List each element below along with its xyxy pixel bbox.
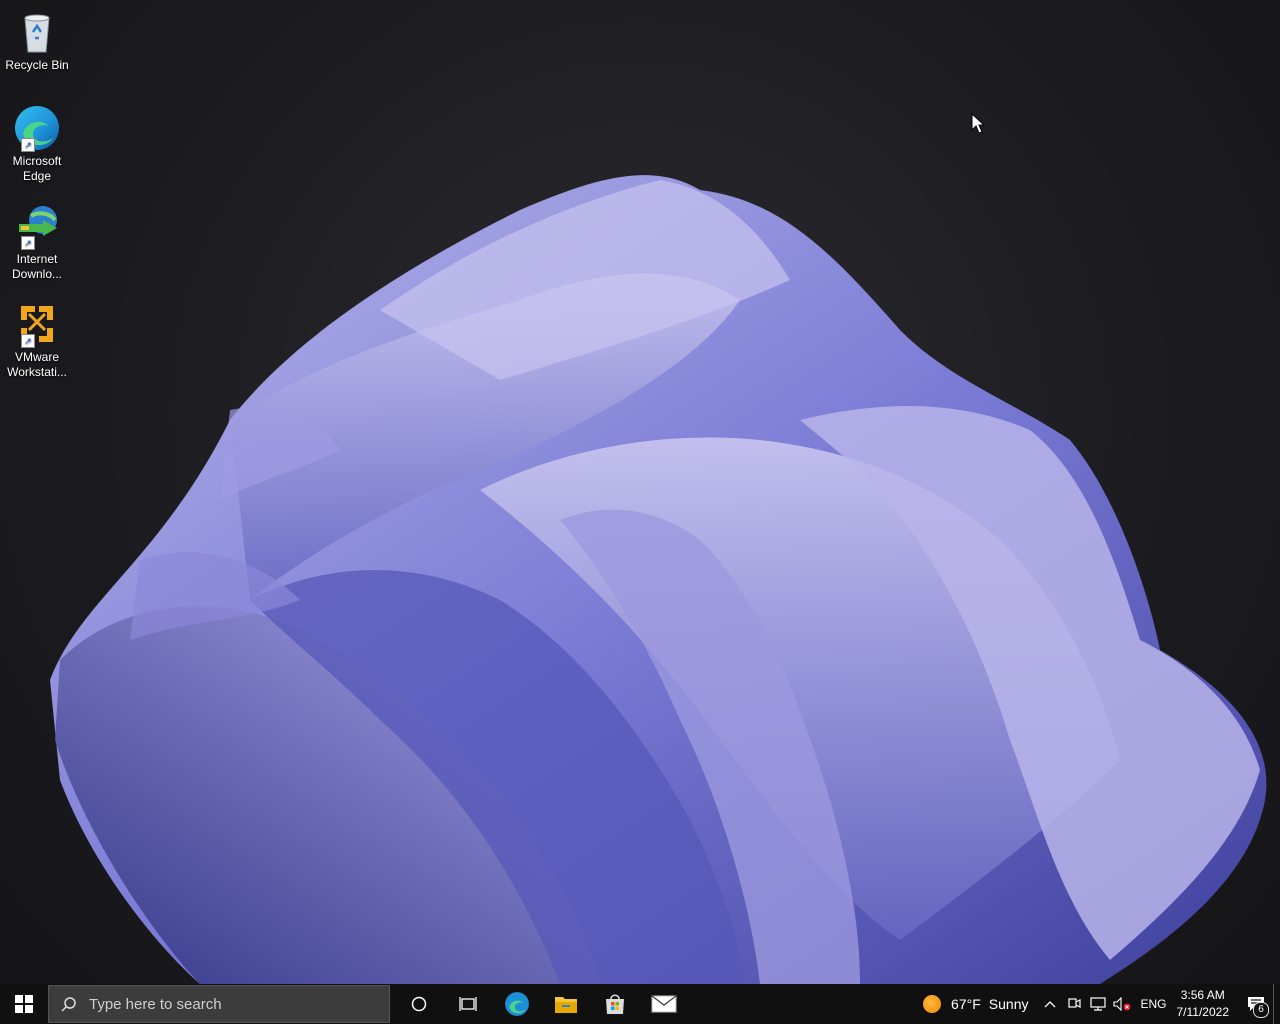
show-hidden-icons-button[interactable] — [1038, 984, 1062, 1024]
volume-button[interactable] — [1110, 984, 1134, 1024]
sunny-weather-icon — [923, 995, 942, 1013]
desktop-icon-internet-download-manager[interactable]: ↗ Internet Downlo... — [4, 202, 70, 282]
shortcut-arrow-icon: ↗ — [21, 138, 35, 152]
weather-temperature: 67°F — [951, 996, 981, 1012]
taskbar-store-button[interactable] — [590, 984, 639, 1024]
taskbar-search-box[interactable]: Type here to search — [48, 985, 390, 1023]
taskbar: Type here to search 67°F Sunny ENG 3:56 … — [0, 984, 1280, 1024]
volume-muted-icon — [1113, 997, 1131, 1011]
taskbar-mail-button[interactable] — [639, 984, 688, 1024]
task-view-icon — [458, 997, 477, 1011]
notification-count-badge: 6 — [1253, 1002, 1269, 1018]
desktop-icon-label: VMware Workstati... — [7, 350, 67, 379]
shortcut-arrow-icon: ↗ — [21, 334, 35, 348]
network-button[interactable] — [1086, 984, 1110, 1024]
edge-icon — [504, 992, 529, 1016]
weather-widget[interactable]: 67°F Sunny — [923, 995, 1028, 1013]
weather-condition: Sunny — [988, 996, 1029, 1012]
vmware-icon: ↗ — [13, 300, 61, 348]
desktop-icon-recycle-bin[interactable]: Recycle Bin — [4, 8, 70, 73]
desktop-icon-label: Internet Downlo... — [11, 252, 63, 281]
desktop-icon-microsoft-edge[interactable]: ↗ Microsoft Edge — [4, 104, 70, 184]
system-tray: 67°F Sunny ENG 3:56 AM 7/11/2022 6 — [923, 984, 1280, 1024]
windows-logo-icon — [15, 995, 33, 1013]
show-desktop-button[interactable] — [1273, 984, 1280, 1024]
desktop-icon-vmware[interactable]: ↗ VMware Workstati... — [4, 300, 70, 380]
cortana-button[interactable] — [394, 984, 443, 1024]
desktop-icon-label: Recycle Bin — [5, 58, 69, 72]
mail-icon — [651, 995, 676, 1013]
clock-date: 7/11/2022 — [1176, 1005, 1230, 1019]
task-view-button[interactable] — [443, 984, 492, 1024]
action-center-button[interactable]: 6 — [1239, 984, 1273, 1024]
bloom-wallpaper — [50, 175, 1267, 984]
shortcut-arrow-icon: ↗ — [21, 236, 35, 250]
meet-now-button[interactable] — [1062, 984, 1086, 1024]
clock-time: 3:56 AM — [1180, 988, 1225, 1002]
mouse-cursor-icon — [971, 113, 985, 134]
input-language[interactable]: ENG — [1140, 997, 1166, 1011]
cortana-icon — [411, 996, 426, 1012]
taskbar-file-explorer-button[interactable] — [541, 984, 590, 1024]
chevron-up-icon — [1045, 1001, 1056, 1008]
desktop[interactable]: Recycle Bin ↗ Microsoft Edge ↗ Internet … — [0, 0, 1280, 984]
meet-now-icon — [1068, 998, 1082, 1008]
search-icon — [49, 996, 89, 1012]
internet-download-manager-icon: ↗ — [13, 202, 61, 250]
taskbar-edge-button[interactable] — [492, 984, 541, 1024]
microsoft-store-icon — [605, 994, 624, 1014]
network-icon — [1090, 997, 1107, 1011]
clock[interactable]: 3:56 AM 7/11/2022 — [1177, 987, 1230, 1021]
desktop-icon-label: Microsoft Edge — [12, 154, 62, 183]
start-button[interactable] — [0, 984, 48, 1024]
recycle-bin-icon — [13, 8, 61, 56]
edge-icon: ↗ — [13, 104, 61, 152]
search-placeholder: Type here to search — [89, 995, 222, 1013]
file-explorer-icon — [554, 997, 577, 1013]
